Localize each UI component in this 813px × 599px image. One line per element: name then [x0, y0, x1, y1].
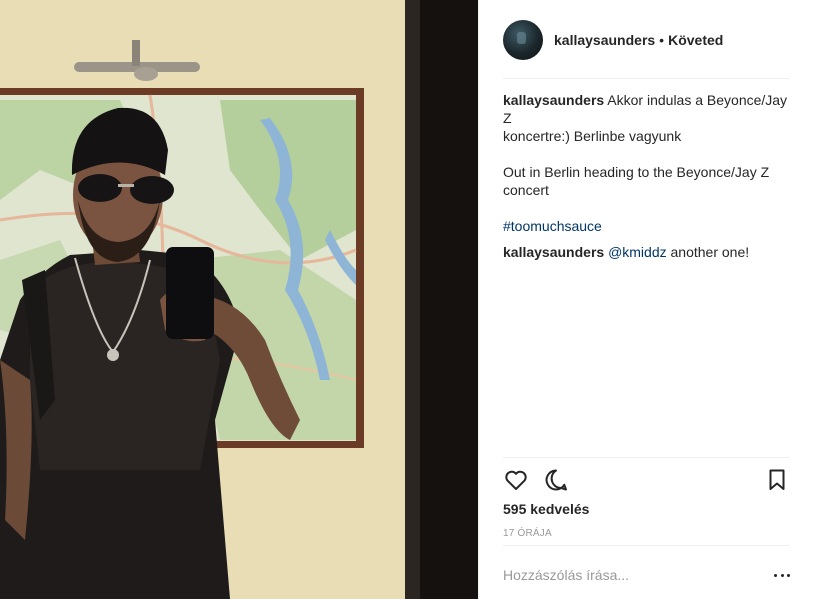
- caption-text-line4: concert: [503, 182, 549, 198]
- caption-text-line2: koncertre:) Berlinbe vagyunk: [503, 128, 682, 144]
- mirror-selfie-photo: [0, 0, 478, 599]
- more-options-icon[interactable]: [774, 566, 790, 584]
- comment-composer: [503, 560, 790, 590]
- hashtag-link[interactable]: #toomuchsauce: [503, 217, 793, 235]
- mention-link[interactable]: @kmiddz: [608, 244, 667, 260]
- caption-username[interactable]: kallaysaunders: [503, 92, 604, 108]
- bookmark-icon[interactable]: [764, 467, 790, 493]
- comment-gap: [503, 235, 793, 243]
- post-photo[interactable]: [0, 0, 478, 599]
- more-dot: [774, 573, 777, 577]
- header-username[interactable]: kallaysaunders: [554, 32, 655, 48]
- comments-list: kallaysaunders Akkor indulas a Beyonce/J…: [503, 91, 793, 261]
- divider: [503, 78, 789, 79]
- more-dot: [787, 573, 790, 577]
- action-bar: [503, 467, 790, 495]
- divider: [503, 545, 789, 546]
- comment-text: another one!: [670, 244, 750, 260]
- like-count[interactable]: 595 kedvelés: [503, 501, 589, 517]
- post-timestamp[interactable]: 17 ÓRÁJA: [503, 528, 552, 539]
- comment-item: kallaysaunders @kmiddz another one!: [503, 243, 793, 261]
- post-header: kallaysaunders • Követed: [503, 19, 723, 61]
- caption-text-line3: Out in Berlin heading to the Beyonce/Jay…: [503, 164, 770, 180]
- follow-status[interactable]: Követed: [668, 32, 723, 48]
- heart-icon[interactable]: [503, 467, 529, 493]
- header-separator: •: [659, 32, 665, 48]
- divider: [503, 457, 789, 458]
- avatar[interactable]: [503, 20, 543, 60]
- comment-icon[interactable]: [543, 467, 569, 493]
- post-details-panel: kallaysaunders • Követed kallaysaunders …: [478, 0, 813, 599]
- comment-input[interactable]: [503, 567, 753, 583]
- caption: kallaysaunders Akkor indulas a Beyonce/J…: [503, 91, 793, 235]
- more-dot: [780, 573, 784, 577]
- comment-username[interactable]: kallaysaunders: [503, 244, 604, 260]
